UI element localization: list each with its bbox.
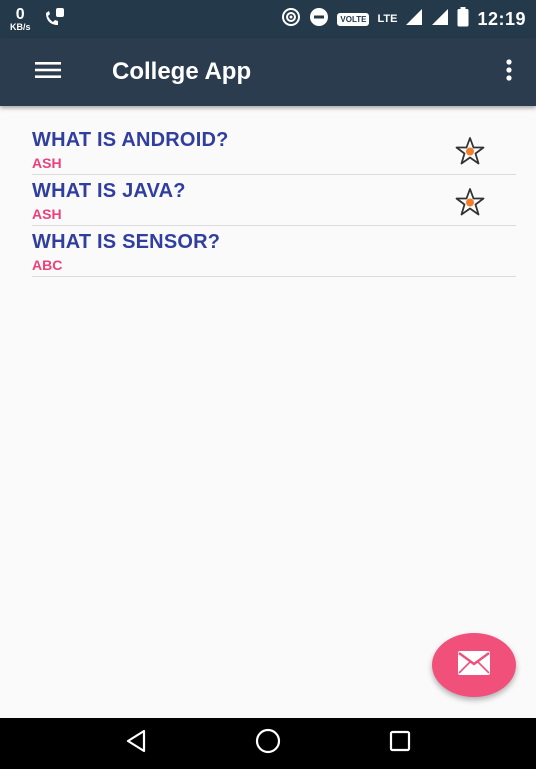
question-item[interactable]: WHAT IS JAVA? ASH <box>32 177 516 226</box>
star-icon[interactable] <box>454 136 486 166</box>
question-author: ABC <box>32 257 63 273</box>
mail-icon <box>458 650 490 680</box>
question-author: ASH <box>32 155 62 171</box>
more-options-button[interactable] <box>496 50 522 94</box>
question-title: WHAT IS ANDROID? <box>32 129 229 151</box>
volte-badge: VOLTE <box>337 12 370 26</box>
question-title: WHAT IS JAVA? <box>32 180 186 202</box>
back-button[interactable] <box>116 724 156 764</box>
star-icon[interactable] <box>454 187 486 217</box>
menu-button[interactable] <box>26 50 70 94</box>
recents-button[interactable] <box>380 724 420 764</box>
battery-icon <box>457 6 469 32</box>
app-title: College App <box>112 58 252 85</box>
network-speed-unit: KB/s <box>10 21 31 32</box>
recents-square-icon <box>389 730 411 757</box>
hamburger-menu-icon <box>35 61 61 84</box>
hotspot-icon <box>281 7 301 32</box>
status-bar: 0 KB/s VOLTE LTE 12:19 <box>0 0 536 38</box>
compose-fab[interactable] <box>432 633 516 697</box>
app-bar: College App <box>0 38 536 106</box>
signal-icon <box>405 8 423 31</box>
do-not-disturb-icon <box>309 7 329 32</box>
question-list: WHAT IS ANDROID? ASH WHAT IS JAVA? ASH W… <box>32 126 516 279</box>
question-item[interactable]: WHAT IS ANDROID? ASH <box>32 126 516 175</box>
back-triangle-icon <box>125 729 147 758</box>
question-author: ASH <box>32 206 62 222</box>
question-item[interactable]: WHAT IS SENSOR? ABC <box>32 228 516 277</box>
home-circle-icon <box>255 728 281 759</box>
signal-icon-2 <box>431 8 449 31</box>
network-speed: 0 KB/s <box>10 5 31 32</box>
navigation-bar <box>0 718 536 769</box>
network-speed-value: 0 <box>15 5 25 23</box>
more-vert-icon <box>506 58 512 86</box>
home-button[interactable] <box>248 724 288 764</box>
question-title: WHAT IS SENSOR? <box>32 231 221 253</box>
status-time: 12:19 <box>477 8 526 29</box>
wifi-call-icon <box>43 7 65 32</box>
lte-indicator: LTE <box>377 12 398 25</box>
